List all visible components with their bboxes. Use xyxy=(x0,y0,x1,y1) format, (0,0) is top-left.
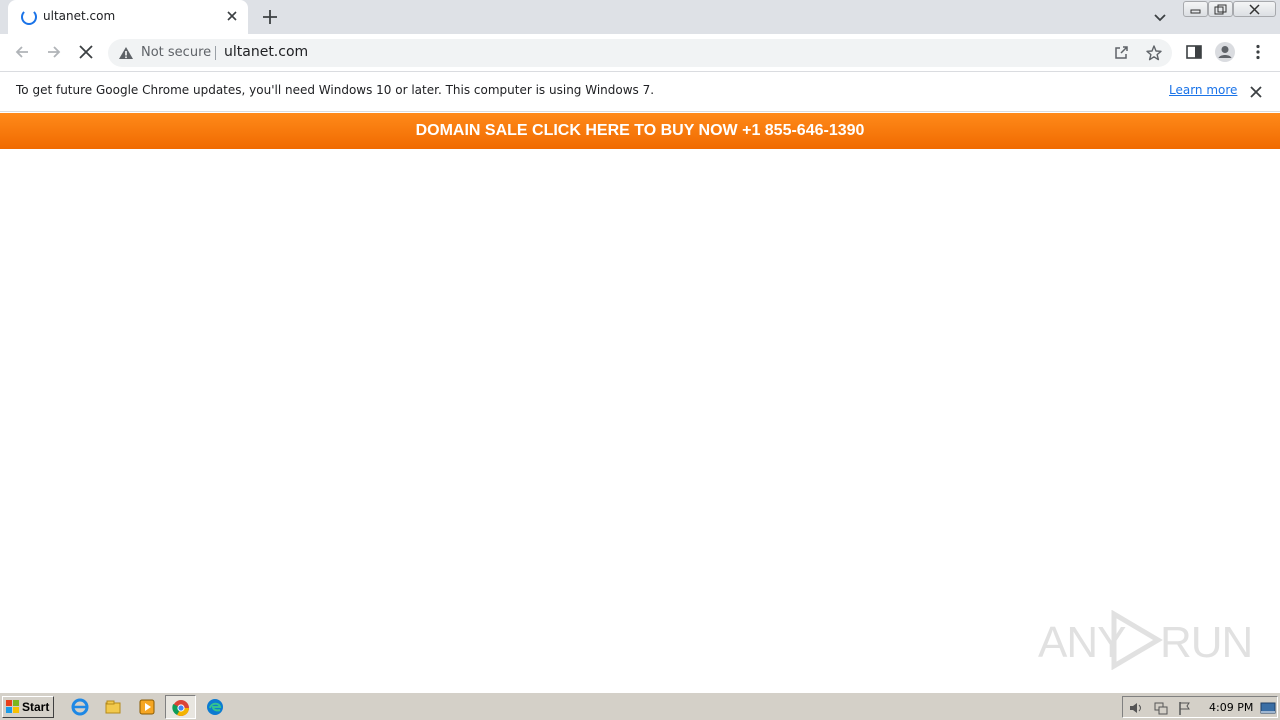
window-close-button[interactable] xyxy=(1233,1,1276,17)
url-text[interactable]: ultanet.com xyxy=(224,44,308,60)
network-icon[interactable] xyxy=(1153,700,1169,716)
file-explorer-icon[interactable] xyxy=(103,697,123,717)
learn-more-link[interactable]: Learn more xyxy=(1169,83,1237,97)
media-player-icon[interactable] xyxy=(137,697,157,717)
internet-explorer-icon[interactable] xyxy=(70,697,90,717)
show-desktop-icon[interactable] xyxy=(1260,700,1276,716)
side-panel-icon[interactable] xyxy=(1184,42,1204,62)
browser-tab[interactable]: ultanet.com xyxy=(8,0,248,34)
action-center-flag-icon[interactable] xyxy=(1177,700,1193,716)
address-bar[interactable]: Not secure ultanet.com xyxy=(108,39,1172,67)
start-button[interactable]: Start xyxy=(2,696,54,718)
system-tray: 4:09 PM xyxy=(1122,696,1278,718)
active-chrome-taskbar-button[interactable] xyxy=(165,695,196,719)
browser-toolbar: Not secure ultanet.com xyxy=(0,34,1280,72)
window-minimize-button[interactable] xyxy=(1183,1,1208,17)
infobar-message: To get future Google Chrome updates, you… xyxy=(16,83,655,97)
domain-sale-banner[interactable]: DOMAIN SALE CLICK HERE TO BUY NOW +1 855… xyxy=(0,113,1280,149)
tab-search-chevron-down-icon[interactable] xyxy=(1152,9,1168,25)
tab-strip: ultanet.com xyxy=(0,0,1280,34)
edge-icon[interactable] xyxy=(205,697,225,717)
windows-taskbar: Start 4:09 PM xyxy=(0,692,1280,720)
warning-triangle-icon[interactable] xyxy=(118,46,134,60)
anyrun-watermark: ANY RUN xyxy=(1038,608,1253,672)
banner-text[interactable]: DOMAIN SALE CLICK HERE TO BUY NOW +1 855… xyxy=(416,122,865,140)
url-divider xyxy=(215,46,216,60)
tab-title: ultanet.com xyxy=(43,9,116,23)
share-icon[interactable] xyxy=(1113,45,1129,61)
new-tab-plus-icon[interactable] xyxy=(260,7,280,27)
windows-logo-icon xyxy=(6,700,19,713)
taskbar-clock[interactable]: 4:09 PM xyxy=(1209,701,1253,714)
volume-speaker-icon[interactable] xyxy=(1128,700,1144,716)
security-status-label[interactable]: Not secure xyxy=(141,45,211,60)
more-menu-kebab-icon[interactable] xyxy=(1248,42,1268,62)
start-label: Start xyxy=(22,700,50,714)
chrome-icon xyxy=(172,700,189,716)
profile-avatar-icon[interactable] xyxy=(1214,41,1236,63)
update-infobar: To get future Google Chrome updates, you… xyxy=(0,72,1280,112)
watermark-run-text: RUN xyxy=(1160,618,1253,667)
play-triangle-icon xyxy=(1111,610,1163,670)
loading-spinner-icon xyxy=(21,9,37,25)
window-restore-button[interactable] xyxy=(1208,1,1233,17)
forward-arrow-icon[interactable] xyxy=(44,42,64,62)
bookmark-star-icon[interactable] xyxy=(1145,44,1163,62)
close-infobar-icon[interactable] xyxy=(1248,84,1264,100)
back-arrow-icon[interactable] xyxy=(12,42,32,62)
stop-loading-icon[interactable] xyxy=(76,42,96,62)
close-tab-icon[interactable] xyxy=(224,8,240,24)
